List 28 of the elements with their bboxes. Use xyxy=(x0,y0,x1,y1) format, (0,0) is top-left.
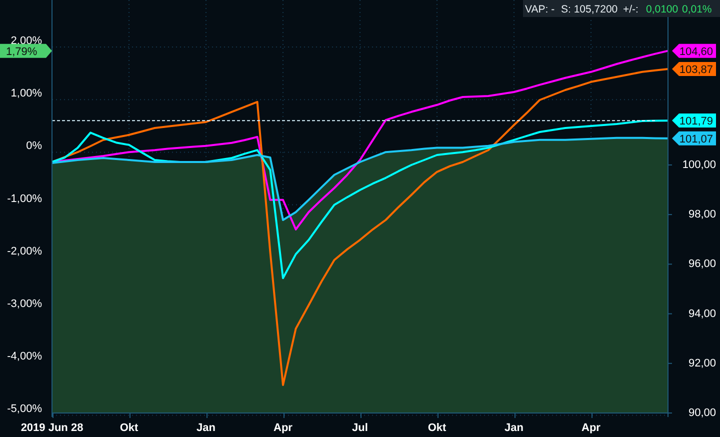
price-tag: 101,79 xyxy=(672,114,716,128)
quote-text: S: 105,7200 xyxy=(561,4,618,16)
axis-label: 90,00 xyxy=(688,407,716,419)
quote-text: 0,0100 xyxy=(646,4,678,16)
axis-label: 2019 Jun 28 xyxy=(20,422,84,434)
axis-label: 94,00 xyxy=(688,308,716,320)
axis-label: Okt xyxy=(120,422,138,434)
quote-text: 0,01% xyxy=(682,4,712,16)
axis-label: Apr xyxy=(274,422,292,434)
axis-label: 96,00 xyxy=(688,258,716,270)
axis-label: -1,00% xyxy=(7,192,42,205)
axis-label: Jul xyxy=(352,422,368,434)
axis-label: 0% xyxy=(26,140,42,152)
axis-label: -5,00% xyxy=(7,403,42,416)
change-badge: 1,79% xyxy=(0,44,52,58)
axis-label: 1,00% xyxy=(10,88,42,100)
axis-label: 92,00 xyxy=(688,357,716,370)
axis-label: -2,00% xyxy=(7,245,42,258)
axis-label: Jan xyxy=(504,422,524,434)
quote-text: +/-: xyxy=(623,4,638,16)
axis-label: Apr xyxy=(582,422,600,434)
axis-label: -4,00% xyxy=(7,350,42,363)
axis-label: 98,00 xyxy=(688,208,716,221)
axis-label: 100,00 xyxy=(682,158,716,171)
quote-text: VAP: - xyxy=(525,4,555,16)
axis-label: -3,00% xyxy=(7,298,42,310)
axis-label: Okt xyxy=(428,422,446,434)
axis-label: Jan xyxy=(196,422,216,434)
